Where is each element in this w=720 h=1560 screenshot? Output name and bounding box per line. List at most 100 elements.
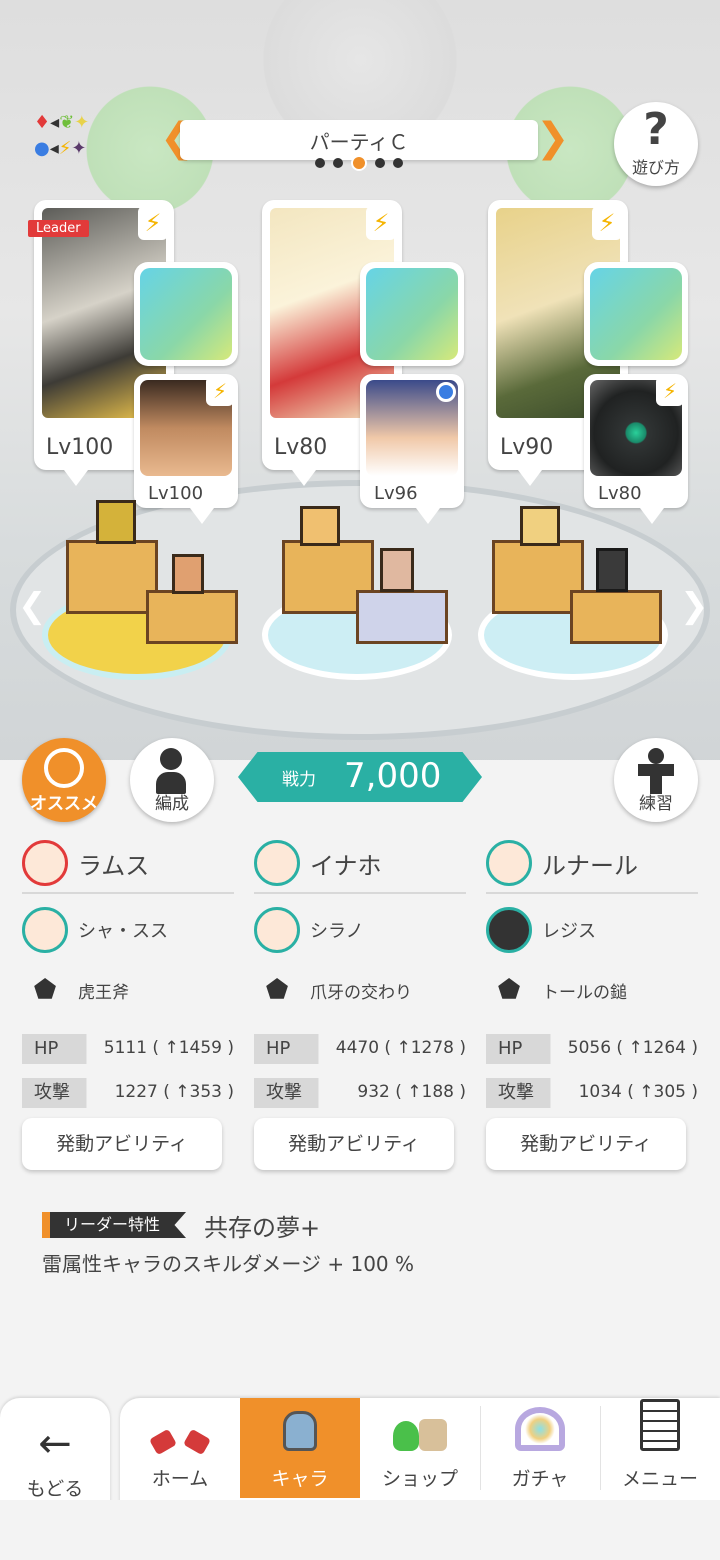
leader-trait-description: 雷属性キャラのスキルダメージ + 100 % bbox=[42, 1252, 415, 1276]
attack-stat: 攻撃 932 ( ↑188 ) bbox=[254, 1078, 466, 1108]
tab-menu[interactable]: メニュー bbox=[600, 1398, 720, 1498]
main-tabs: ホーム キャラ ショップ ガチャ メニュー bbox=[120, 1398, 720, 1506]
attack-label: 攻撃 bbox=[486, 1078, 565, 1108]
lightning-icon: ⚡ bbox=[206, 376, 234, 406]
page-dot[interactable] bbox=[375, 157, 385, 168]
element-legend-icon: ♦◂❦✦ ●◂⚡✦ bbox=[34, 112, 90, 159]
pixel-sprite bbox=[380, 548, 414, 592]
training-dummy-icon bbox=[648, 748, 664, 764]
weapon-name: 虎王斧 bbox=[78, 982, 129, 1003]
ability-button[interactable]: 発動アビリティ bbox=[486, 1118, 686, 1170]
gacha-icon bbox=[480, 1398, 600, 1464]
sub-level: Lv80 bbox=[598, 483, 642, 504]
formation-icon bbox=[160, 748, 182, 770]
party-title: パーティＣ bbox=[309, 130, 409, 154]
weapon-row[interactable]: ⬟ トールの鎚 bbox=[486, 960, 698, 1020]
weapon-row[interactable]: ⬟ 虎王斧 bbox=[22, 960, 234, 1020]
tab-label: ホーム bbox=[151, 1468, 209, 1490]
attack-value: 1034 ( ↑305 ) bbox=[578, 1082, 698, 1102]
main-level: Lv90 bbox=[500, 435, 554, 460]
page-dot[interactable] bbox=[393, 157, 403, 168]
ability-button[interactable]: 発動アビリティ bbox=[254, 1118, 454, 1170]
main-character-name: ルナール bbox=[542, 851, 638, 880]
main-character-row[interactable]: ラムス bbox=[22, 836, 234, 890]
attack-value: 1227 ( ↑353 ) bbox=[114, 1082, 234, 1102]
power-label: 戦力 bbox=[282, 770, 316, 790]
sub-character-card-shirano[interactable]: Lv96 bbox=[360, 374, 464, 524]
pixel-block bbox=[146, 590, 238, 644]
main-level: Lv100 bbox=[46, 435, 114, 460]
weapon-slot-hammer[interactable] bbox=[584, 262, 688, 366]
scroll-left-icon[interactable]: ❮ bbox=[18, 586, 47, 626]
ability-button[interactable]: 発動アビリティ bbox=[22, 1118, 222, 1170]
hp-label: HP bbox=[22, 1034, 101, 1064]
shop-icon bbox=[360, 1398, 480, 1464]
character-avatar bbox=[254, 907, 300, 953]
tab-label: キャラ bbox=[271, 1468, 329, 1490]
sub-character-card-shasus[interactable]: ⚡ Lv100 bbox=[134, 374, 238, 524]
leader-badge: Leader bbox=[28, 220, 89, 237]
party-selector: ❮ パーティＣ ❯ bbox=[160, 118, 570, 171]
pixel-block bbox=[570, 590, 662, 644]
tab-shop[interactable]: ショップ bbox=[360, 1398, 480, 1498]
weapon-icon: ⬟ bbox=[265, 975, 289, 1005]
question-icon: ? bbox=[643, 104, 669, 155]
sub-character-name: シラノ bbox=[310, 921, 364, 942]
page-dot[interactable] bbox=[315, 157, 325, 168]
sub-character-name: レジス bbox=[542, 921, 596, 942]
attack-stat: 攻撃 1034 ( ↑305 ) bbox=[486, 1078, 698, 1108]
attack-label: 攻撃 bbox=[22, 1078, 101, 1108]
pixel-sprite bbox=[300, 506, 340, 546]
back-button[interactable]: ← もどる bbox=[0, 1398, 110, 1506]
weapon-name: 爪牙の交わり bbox=[310, 982, 412, 1003]
tab-character[interactable]: キャラ bbox=[240, 1398, 360, 1498]
hp-value: 5056 ( ↑1264 ) bbox=[567, 1038, 698, 1058]
bottom-navigation: ← もどる ホーム キャラ ショップ ガチャ メニュー bbox=[0, 1398, 720, 1506]
weapon-slot-fang[interactable] bbox=[360, 262, 464, 366]
page-dot[interactable] bbox=[333, 157, 343, 168]
practice-label: 練習 bbox=[639, 794, 673, 814]
main-character-name: ラムス bbox=[78, 851, 150, 880]
tab-home[interactable]: ホーム bbox=[120, 1398, 240, 1498]
weapon-icon: ⬟ bbox=[33, 975, 57, 1005]
tab-label: ショップ bbox=[381, 1468, 458, 1490]
sub-character-row[interactable]: シラノ bbox=[254, 900, 466, 960]
sub-character-row[interactable]: シャ・スス bbox=[22, 900, 234, 960]
hp-stat: HP 5056 ( ↑1264 ) bbox=[486, 1034, 698, 1064]
lightning-icon: ⚡ bbox=[592, 206, 622, 240]
weapon-slot-axe[interactable] bbox=[134, 262, 238, 366]
sub-character-name: シャ・スス bbox=[78, 921, 168, 942]
leader-trait-tag: リーダー特性 bbox=[42, 1212, 187, 1238]
back-label: もどる bbox=[26, 1478, 84, 1500]
sub-character-row[interactable]: レジス bbox=[486, 900, 698, 960]
scroll-right-icon[interactable]: ❯ bbox=[680, 586, 709, 626]
formation-button[interactable]: 編成 bbox=[130, 738, 214, 822]
hp-label: HP bbox=[254, 1034, 333, 1064]
main-character-row[interactable]: ルナール bbox=[486, 836, 698, 890]
back-arrow-icon: ← bbox=[38, 1421, 72, 1467]
character-column: ラムス シャ・スス ⬟ 虎王斧 HP 5111 ( ↑1459 ) 攻撃 122… bbox=[22, 836, 234, 1108]
weapon-row[interactable]: ⬟ 爪牙の交わり bbox=[254, 960, 466, 1020]
character-avatar bbox=[22, 840, 68, 886]
axe-icon bbox=[140, 268, 232, 360]
weapon-icon: ⬟ bbox=[497, 975, 521, 1005]
tab-gacha[interactable]: ガチャ bbox=[480, 1398, 600, 1498]
main-character-row[interactable]: イナホ bbox=[254, 836, 466, 890]
recommend-button[interactable]: オススメ bbox=[22, 738, 106, 822]
lightning-icon: ⚡ bbox=[656, 376, 684, 406]
pixel-sprite bbox=[172, 554, 204, 594]
sub-character-card-regis[interactable]: ⚡ Lv80 bbox=[584, 374, 688, 524]
formation-label: 編成 bbox=[155, 794, 189, 814]
how-to-play-button[interactable]: ? 遊び方 bbox=[614, 102, 698, 186]
character-icon bbox=[240, 1398, 360, 1464]
weapon-name: トールの鎚 bbox=[542, 982, 627, 1003]
page-dot-active[interactable] bbox=[351, 154, 367, 171]
fang-bowl-icon bbox=[366, 268, 458, 360]
practice-button[interactable]: 練習 bbox=[614, 738, 698, 822]
pixel-block bbox=[356, 590, 448, 644]
sub-level: Lv100 bbox=[148, 483, 204, 504]
pixel-block bbox=[66, 540, 158, 614]
hp-stat: HP 4470 ( ↑1278 ) bbox=[254, 1034, 466, 1064]
recommend-label: オススメ bbox=[30, 794, 98, 814]
home-icon bbox=[120, 1398, 240, 1464]
